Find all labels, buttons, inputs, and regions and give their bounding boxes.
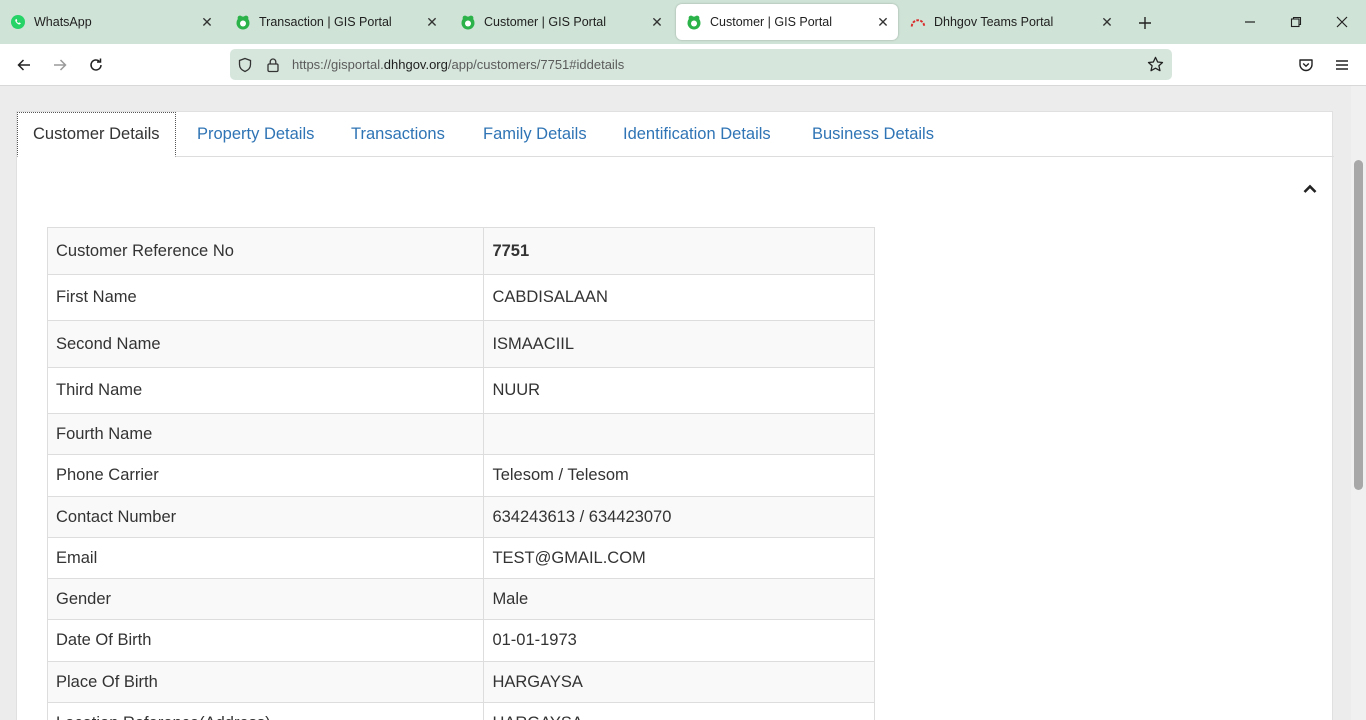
url-prefix: https://gisportal. [292, 57, 384, 72]
teams-portal-icon [910, 14, 926, 30]
bookmark-star-icon[interactable] [1146, 56, 1164, 74]
page-scrollbar[interactable] [1351, 86, 1366, 720]
chevron-up-icon[interactable] [1301, 180, 1319, 198]
table-row: Fourth Name [46, 413, 875, 455]
back-arrow-icon[interactable] [11, 52, 37, 78]
page-content: Customer Details Property Details Transa… [0, 86, 1351, 720]
detail-label: Fourth Name [46, 413, 485, 455]
customer-details-table: Customer Reference No 7751 First Name CA… [46, 227, 875, 720]
table-row: Gender Male [46, 578, 875, 620]
table-row: Place Of Birth HARGAYSA [46, 661, 875, 703]
url-host: dhhgov.org [383, 57, 448, 72]
tab-business-details[interactable]: Business Details [812, 112, 934, 157]
tab-title: WhatsApp [34, 15, 92, 29]
detail-value: NUUR [483, 367, 875, 414]
close-icon[interactable]: ✕ [1096, 11, 1118, 33]
tab-identification-details[interactable]: Identification Details [623, 112, 771, 157]
tab-title: Dhhgov Teams Portal [934, 15, 1054, 29]
detail-label: Third Name [46, 367, 485, 414]
table-row: Date Of Birth 01-01-1973 [46, 619, 875, 662]
tab-title: Transaction | GIS Portal [259, 15, 392, 29]
lock-icon[interactable] [264, 56, 282, 74]
gis-portal-icon [686, 14, 702, 30]
close-icon[interactable]: ✕ [196, 11, 218, 33]
detail-value: HARGAYSA [483, 702, 875, 720]
browser-tab-teams-portal[interactable]: Dhhgov Teams Portal ✕ [900, 4, 1122, 40]
detail-label: Phone Carrier [46, 454, 485, 497]
minimize-icon[interactable] [1238, 10, 1262, 34]
detail-label: Gender [46, 578, 485, 620]
table-row: Contact Number 634243613 / 634423070 [46, 496, 875, 538]
detail-value: ISMAACIIL [483, 320, 875, 368]
detail-value: CABDISALAAN [483, 274, 875, 321]
detail-value [483, 413, 875, 455]
detail-value: 634243613 / 634423070 [483, 496, 875, 538]
table-row: Second Name ISMAACIIL [46, 320, 875, 368]
table-row: First Name CABDISALAAN [46, 274, 875, 321]
browser-tab-customer[interactable]: Customer | GIS Portal ✕ [450, 4, 672, 40]
browser-tab-whatsapp[interactable]: WhatsApp ✕ [0, 4, 222, 40]
table-row: Third Name NUUR [46, 367, 875, 414]
new-tab-plus-icon[interactable] [1133, 11, 1157, 35]
scrollbar-thumb[interactable] [1354, 160, 1363, 490]
detail-label: Email [46, 537, 485, 579]
pocket-icon[interactable] [1293, 52, 1319, 78]
restore-icon[interactable] [1284, 10, 1308, 34]
whatsapp-icon [10, 14, 26, 30]
table-row: Location Reference(Address) HARGAYSA [46, 702, 875, 720]
close-icon[interactable]: ✕ [646, 11, 668, 33]
browser-tab-transaction[interactable]: Transaction | GIS Portal ✕ [225, 4, 447, 40]
table-row: Email TEST@GMAIL.COM [46, 537, 875, 579]
shield-icon[interactable] [236, 56, 254, 74]
tab-title: Customer | GIS Portal [484, 15, 607, 29]
reload-icon[interactable] [83, 52, 109, 78]
browser-nav-bar: https://gisportal.dhhgov.org/app/custome… [0, 44, 1366, 86]
detail-value: Telesom / Telesom [483, 454, 875, 497]
detail-value: HARGAYSA [483, 661, 875, 703]
customer-card: Customer Details Property Details Transa… [16, 111, 1334, 720]
window-close-icon[interactable] [1330, 10, 1354, 34]
tab-property-details[interactable]: Property Details [197, 112, 314, 157]
detail-value: 7751 [483, 227, 875, 275]
detail-value: Male [483, 578, 875, 620]
detail-label: Location Reference(Address) [46, 702, 485, 720]
gis-portal-icon [235, 14, 251, 30]
table-row: Phone Carrier Telesom / Telesom [46, 454, 875, 497]
menu-hamburger-icon[interactable] [1329, 52, 1355, 78]
address-bar[interactable]: https://gisportal.dhhgov.org/app/custome… [230, 49, 1172, 80]
close-icon[interactable]: ✕ [421, 11, 443, 33]
tab-family-details[interactable]: Family Details [483, 112, 587, 157]
detail-label: First Name [46, 274, 485, 321]
gis-portal-icon [460, 14, 476, 30]
detail-label: Date Of Birth [46, 619, 485, 662]
url-path: /app/customers/7751#iddetails [447, 57, 625, 72]
url-text[interactable]: https://gisportal.dhhgov.org/app/custome… [292, 57, 1146, 72]
browser-tab-strip: WhatsApp ✕ Transaction | GIS Portal ✕ Cu… [0, 0, 1366, 44]
browser-tab-customer-active[interactable]: Customer | GIS Portal ✕ [676, 4, 898, 40]
forward-arrow-icon[interactable] [47, 52, 73, 78]
detail-label: Place Of Birth [46, 661, 485, 703]
tab-transactions[interactable]: Transactions [351, 112, 445, 157]
detail-value: 01-01-1973 [483, 619, 875, 662]
table-row: Customer Reference No 7751 [46, 227, 875, 275]
detail-tabs: Customer Details Property Details Transa… [17, 112, 1334, 157]
close-icon[interactable]: ✕ [872, 11, 894, 33]
detail-label: Contact Number [46, 496, 485, 538]
detail-label: Customer Reference No [46, 227, 485, 275]
detail-value: TEST@GMAIL.COM [483, 537, 875, 579]
tab-customer-details[interactable]: Customer Details [17, 112, 176, 157]
tab-title: Customer | GIS Portal [710, 15, 833, 29]
detail-label: Second Name [46, 320, 485, 368]
